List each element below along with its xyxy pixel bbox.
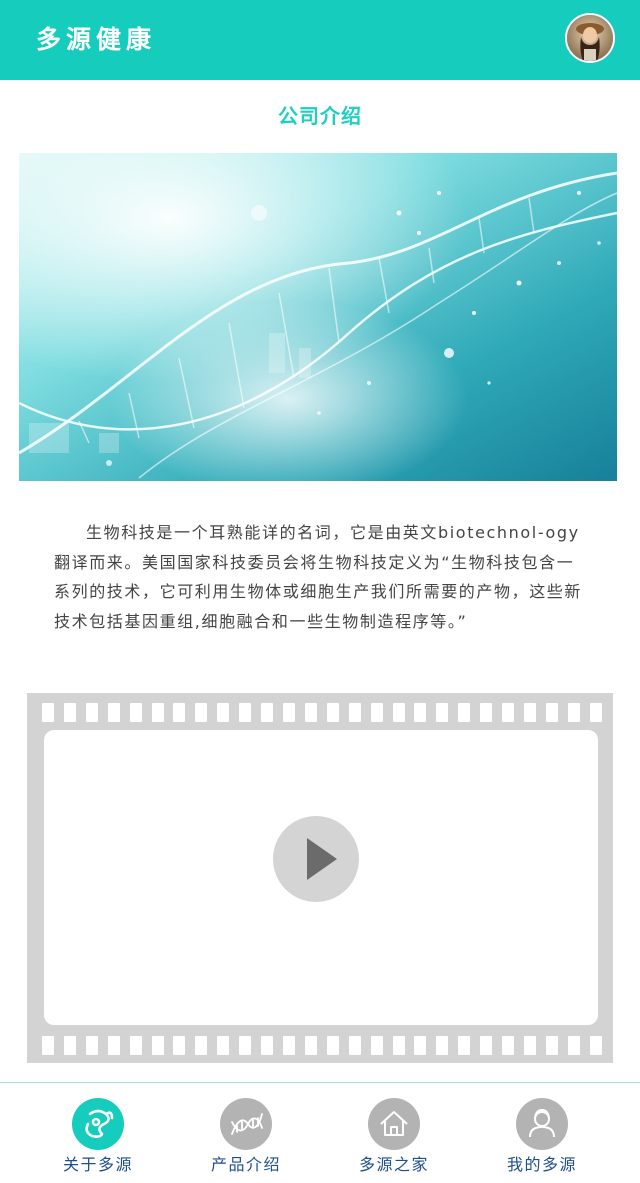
user-avatar-photo [567,15,613,61]
about-icon [72,1098,124,1150]
dna-icon [220,1098,272,1150]
film-sprockets-bottom [42,1036,602,1056]
company-intro-text: 生物科技是一个耳熟能详的名词，它是由英文biotechnol-ogy翻译而来。美… [54,523,583,631]
play-icon [307,838,337,880]
nav-label-mine: 我的多源 [506,1155,577,1174]
bottom-navigation: 关于多源 产品介绍 多源之家 我的多源 [0,1082,640,1183]
dna-banner-image [19,153,617,481]
film-sprockets-top [42,703,602,723]
play-button[interactable] [273,816,359,902]
nav-item-home[interactable]: 多源之家 [319,1083,469,1183]
video-screen[interactable] [44,730,598,1025]
app-header: 多源健康 [0,0,640,80]
nav-label-home: 多源之家 [358,1155,429,1174]
nav-label-products: 产品介绍 [210,1155,281,1174]
home-icon [368,1098,420,1150]
nav-label-about: 关于多源 [62,1155,133,1174]
page-title: 公司介绍 [278,104,362,128]
dna-helix-illustration [19,153,617,481]
video-player[interactable] [27,693,613,1063]
nav-item-products[interactable]: 产品介绍 [171,1083,321,1183]
avatar[interactable] [565,13,615,63]
nav-item-mine[interactable]: 我的多源 [467,1083,617,1183]
user-icon [516,1098,568,1150]
nav-item-about[interactable]: 关于多源 [23,1083,173,1183]
app-title: 多源健康 [36,25,157,54]
